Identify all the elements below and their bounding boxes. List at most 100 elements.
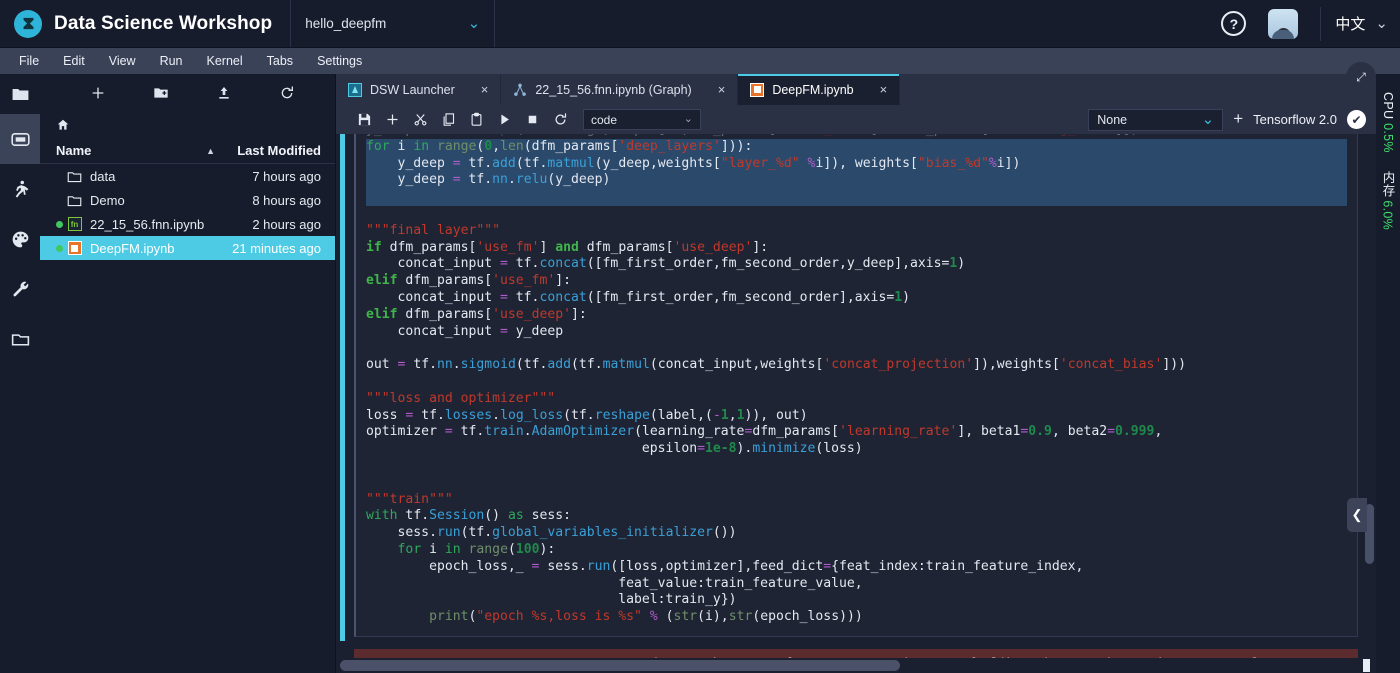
folder-icon <box>66 192 83 208</box>
menu-item-run[interactable]: Run <box>151 51 192 71</box>
running-indicator <box>56 220 63 228</box>
cell-gutter <box>336 134 350 673</box>
menu-item-settings[interactable]: Settings <box>308 51 371 71</box>
left-icon-rail <box>0 74 40 673</box>
help-icon[interactable]: ? <box>1221 11 1247 36</box>
top-bar-actions: ? 中文 ⌄ <box>1221 0 1400 47</box>
main-area: DSW Launcher × 22_15_56.fnn.ipynb (Graph… <box>336 74 1376 673</box>
tab-label: 22_15_56.fnn.ipynb (Graph) <box>535 82 692 97</box>
restart-icon[interactable] <box>546 108 574 131</box>
check-circle-icon[interactable]: ✔ <box>1347 110 1366 129</box>
cell-type-select[interactable]: code ⌄ <box>583 109 701 130</box>
folder-icon <box>66 168 83 184</box>
project-selector[interactable]: hello_deepfm ⌄ <box>290 0 496 47</box>
project-name: hello_deepfm <box>305 16 387 31</box>
list-item[interactable]: data 7 hours ago <box>40 164 335 188</box>
memory-value: 6.0% <box>1380 200 1395 230</box>
upload-button[interactable] <box>211 80 237 106</box>
menu-item-edit[interactable]: Edit <box>54 51 94 71</box>
new-launcher-button[interactable] <box>85 80 111 106</box>
avatar[interactable] <box>1268 8 1299 39</box>
refresh-button[interactable] <box>274 80 300 106</box>
file-modified: 21 minutes ago <box>232 240 321 256</box>
new-folder-button[interactable] <box>148 80 174 106</box>
close-icon[interactable]: × <box>463 82 489 97</box>
kernel-selector[interactable]: None ⌄ <box>1088 108 1224 131</box>
cpu-value: 0.5% <box>1381 123 1395 153</box>
sidebar-item-running-sessions[interactable] <box>0 164 40 214</box>
file-modified: 2 hours ago <box>252 216 321 232</box>
tab-fnn-graph[interactable]: 22_15_56.fnn.ipynb (Graph) × <box>501 74 739 105</box>
cpu-label: CPU <box>1381 92 1395 120</box>
chevron-down-icon: ⌄ <box>683 113 693 125</box>
notebook-vertical-scrollbar[interactable] <box>1365 134 1374 673</box>
copy-icon[interactable] <box>434 108 462 131</box>
file-name: data <box>90 168 116 184</box>
language-selector[interactable]: 中文 ⌄ <box>1320 6 1388 41</box>
sidebar-item-palette-commands[interactable] <box>0 214 40 264</box>
tab-label: DeepFM.ipynb <box>772 82 854 97</box>
column-header-last-modified[interactable]: Last Modified <box>223 143 321 158</box>
menu-item-tabs[interactable]: Tabs <box>258 51 302 71</box>
tab-dsw-launcher[interactable]: DSW Launcher × <box>336 74 502 105</box>
sidebar-item-tools-wrench[interactable] <box>0 264 40 314</box>
chevron-left-icon: ❮ <box>1351 507 1363 522</box>
add-kernel-button[interactable]: + <box>1231 109 1253 131</box>
save-icon[interactable] <box>350 108 378 131</box>
close-icon[interactable]: × <box>700 82 726 97</box>
chevron-down-icon: ⌄ <box>467 15 481 32</box>
cpu-metric: CPU 0.5% <box>1381 92 1395 153</box>
breadcrumb[interactable] <box>40 112 335 138</box>
sidebar-item-file-browser[interactable] <box>0 114 40 164</box>
dsw-logo-icon <box>14 9 42 38</box>
tab-deepfm-notebook[interactable]: DeepFM.ipynb × <box>738 74 901 105</box>
notebook-scroll-area: y_deep = tf.reshape(embeddings,shape=[-1… <box>336 134 1376 673</box>
notebook-icon <box>750 82 765 97</box>
close-icon[interactable]: × <box>862 82 888 97</box>
file-modified: 8 hours ago <box>252 192 321 208</box>
notebook-content[interactable]: y_deep = tf.reshape(embeddings,shape=[-1… <box>350 134 1376 673</box>
menu-item-file[interactable]: File <box>10 51 48 71</box>
code-cell-input[interactable]: y_deep = tf.reshape(embeddings,shape=[-1… <box>354 134 1358 637</box>
brand-area: Data Science Workshop <box>0 0 290 47</box>
scrollbar-corner <box>1363 659 1370 672</box>
chevron-down-icon: ⌄ <box>1201 111 1215 128</box>
expand-arrows-icon[interactable]: ⤢ <box>1346 62 1376 92</box>
play-icon[interactable] <box>490 108 518 131</box>
sort-ascending-icon: ▲ <box>206 145 215 156</box>
kernel-selector-value: None <box>1097 112 1128 127</box>
paste-icon[interactable] <box>462 108 490 131</box>
notebook-icon <box>66 240 83 256</box>
sidebar-item-open-tabs[interactable] <box>0 314 40 364</box>
plus-icon[interactable] <box>378 108 406 131</box>
collapse-panel-button[interactable]: ❮ <box>1347 498 1367 532</box>
scissors-icon[interactable] <box>406 108 434 131</box>
list-item[interactable]: Demo 8 hours ago <box>40 188 335 212</box>
file-table-header: Name ▲ Last Modified <box>40 138 335 164</box>
home-icon <box>57 119 69 130</box>
kernel-name-label: Tensorflow 2.0 <box>1253 112 1337 127</box>
top-bar: Data Science Workshop hello_deepfm ⌄ ? 中… <box>0 0 1400 48</box>
scrollbar-thumb-horizontal[interactable] <box>340 660 900 671</box>
menu-item-view[interactable]: View <box>100 51 145 71</box>
menu-item-kernel[interactable]: Kernel <box>198 51 252 71</box>
column-header-name[interactable]: Name ▲ <box>56 143 223 158</box>
memory-metric: 内存 6.0% <box>1379 171 1398 230</box>
list-item[interactable]: fn 22_15_56.fnn.ipynb 2 hours ago <box>40 212 335 236</box>
stop-icon[interactable] <box>518 108 546 131</box>
dsw-app-window: Data Science Workshop hello_deepfm ⌄ ? 中… <box>0 0 1400 673</box>
notebook-toolbar: code ⌄ None ⌄ + Tensorflow 2.0 ✔ <box>336 105 1376 134</box>
code-editor[interactable]: y_deep = tf.reshape(embeddings,shape=[-1… <box>366 134 1347 626</box>
tab-bar: DSW Launcher × 22_15_56.fnn.ipynb (Graph… <box>336 74 1376 105</box>
app-title: Data Science Workshop <box>54 12 273 34</box>
language-label: 中文 <box>1335 16 1366 33</box>
notebook-horizontal-scrollbar[interactable] <box>336 658 1376 673</box>
tab-label: DSW Launcher <box>370 82 455 97</box>
list-item[interactable]: DeepFM.ipynb 21 minutes ago <box>40 236 335 260</box>
active-cell-indicator <box>340 134 345 641</box>
notebook-icon: fn <box>66 216 83 232</box>
running-indicator <box>56 244 63 252</box>
graph-icon <box>513 83 527 97</box>
file-browser-toolbar <box>40 74 335 112</box>
